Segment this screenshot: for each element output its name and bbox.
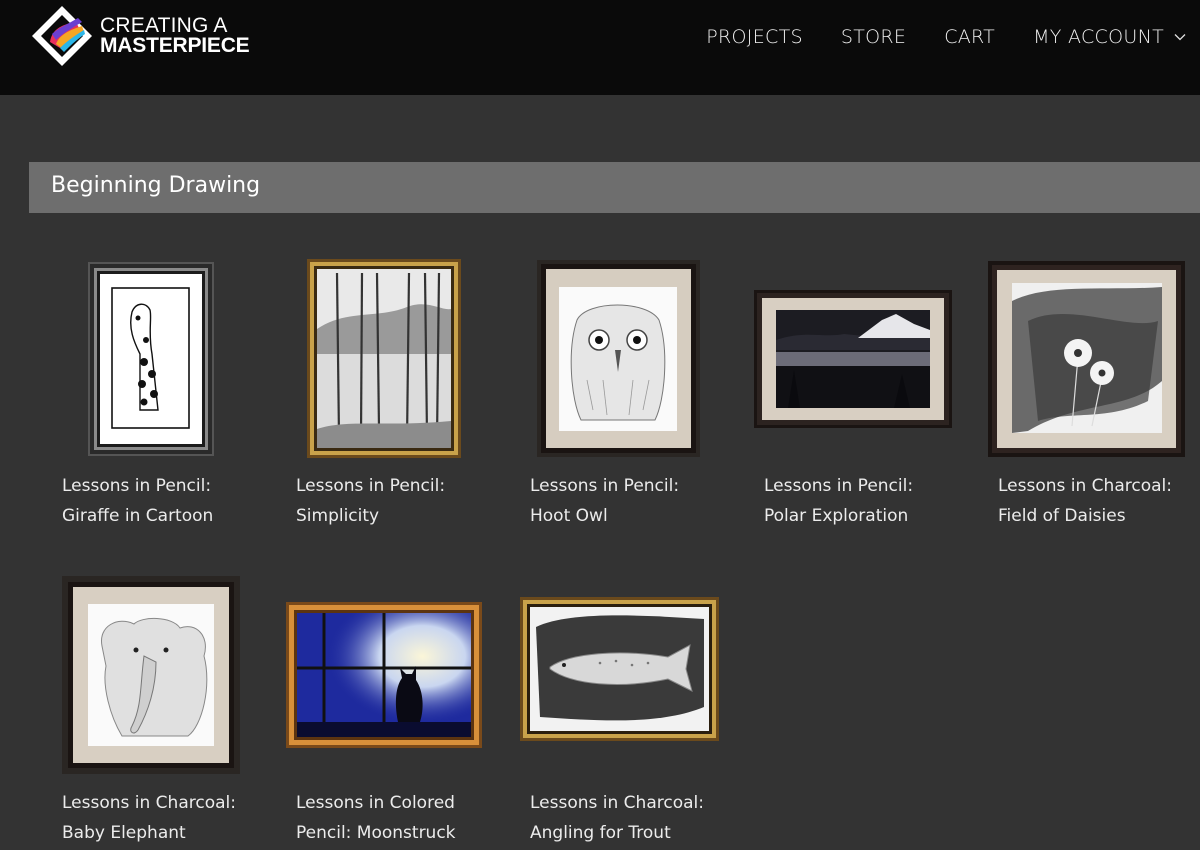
logo-line-1: CREATING A <box>100 14 228 37</box>
nav-cart[interactable]: CART <box>944 26 995 48</box>
forest-artwork <box>307 259 461 458</box>
trout-artwork <box>520 597 719 741</box>
nav-my-account-label: MY ACCOUNT <box>1033 26 1164 48</box>
project-thumbnail-angling-for-trout[interactable] <box>520 597 719 741</box>
nav-store[interactable]: STORE <box>841 26 906 48</box>
project-title-line-2[interactable]: Field of Daisies <box>998 501 1200 531</box>
project-title-line-1[interactable]: Lessons in Pencil: <box>296 471 516 501</box>
project-title-line-2[interactable]: Pencil: Moonstruck <box>296 818 516 848</box>
project-title-line-2[interactable]: Angling for Trout <box>530 818 750 848</box>
project-title-line-2[interactable]: Polar Exploration <box>764 501 984 531</box>
project-thumbnail-polar-exploration[interactable] <box>754 290 952 428</box>
project-title-line-1[interactable]: Lessons in Pencil: <box>530 471 750 501</box>
project-title-line-2[interactable]: Giraffe in Cartoon <box>62 501 282 531</box>
project-title-line-1[interactable]: Lessons in Charcoal: <box>62 788 282 818</box>
elephant-artwork <box>62 576 240 774</box>
daisies-artwork <box>988 261 1185 457</box>
chevron-down-icon <box>1174 34 1186 41</box>
cat-window-artwork <box>286 602 482 748</box>
project-thumbnail-baby-elephant[interactable] <box>62 576 240 774</box>
project-thumbnail-giraffe[interactable] <box>88 262 214 456</box>
project-title-line-2[interactable]: Hoot Owl <box>530 501 750 531</box>
owl-artwork <box>537 260 700 457</box>
nav-cart-label: CART <box>944 26 996 48</box>
project-thumbnail-hoot-owl[interactable] <box>537 260 700 457</box>
project-thumbnail-field-of-daisies[interactable] <box>988 261 1185 457</box>
project-title-line-1[interactable]: Lessons in Charcoal: <box>998 471 1200 501</box>
giraffe-artwork <box>88 262 214 456</box>
project-title-line-1[interactable]: Lessons in Colored <box>296 788 516 818</box>
project-title-line-1[interactable]: Lessons in Charcoal: <box>530 788 750 818</box>
mountain-lake-artwork <box>754 290 952 428</box>
project-title-line-1[interactable]: Lessons in Pencil: <box>62 471 282 501</box>
logo-line-2: MASTERPIECE <box>100 34 250 57</box>
paint-diamond-logo-icon <box>32 6 92 66</box>
site-logo[interactable]: CREATING A MASTERPIECE <box>30 5 250 67</box>
nav-projects-label: PROJECTS <box>706 26 803 48</box>
project-thumbnail-simplicity[interactable] <box>307 259 461 458</box>
project-thumbnail-moonstruck[interactable] <box>286 602 482 748</box>
main-nav: PROJECTS STORE CART MY ACCOUNT <box>706 0 1200 74</box>
project-title-line-1[interactable]: Lessons in Pencil: <box>764 471 984 501</box>
section-header-bar: Beginning Drawing <box>29 162 1200 213</box>
nav-projects[interactable]: PROJECTS <box>706 26 803 48</box>
project-title-line-2[interactable]: Baby Elephant <box>62 818 282 848</box>
nav-my-account[interactable]: MY ACCOUNT <box>1033 26 1186 48</box>
section-title: Beginning Drawing <box>51 173 261 198</box>
nav-store-label: STORE <box>840 26 907 48</box>
project-title-line-2[interactable]: Simplicity <box>296 501 516 531</box>
site-header: CREATING A MASTERPIECE PROJECTS STORE CA… <box>0 0 1200 95</box>
